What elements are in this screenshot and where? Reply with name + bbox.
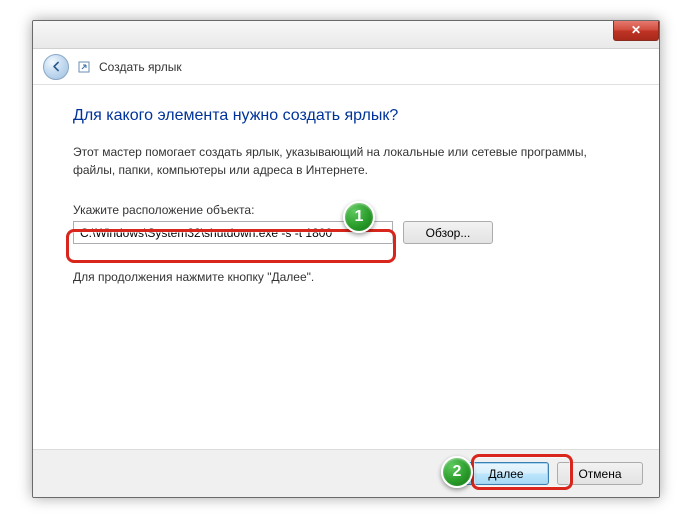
arrow-left-icon (50, 60, 63, 73)
next-button[interactable]: Далее (463, 462, 549, 485)
continue-hint: Для продолжения нажмите кнопку "Далее". (73, 270, 619, 284)
location-label: Укажите расположение объекта: (73, 203, 619, 217)
shortcut-icon (77, 60, 91, 74)
page-heading: Для какого элемента нужно создать ярлык? (73, 107, 619, 125)
header-strip: Создать ярлык (33, 49, 659, 85)
close-button[interactable]: ✕ (613, 21, 659, 41)
location-row: Обзор... (73, 221, 619, 244)
titlebar: ✕ (33, 21, 659, 49)
back-button[interactable] (43, 54, 69, 80)
wizard-window: ✕ Создать ярлык Для какого элемента нужн… (32, 20, 660, 498)
content-area: Для какого элемента нужно создать ярлык?… (33, 85, 659, 284)
footer: Далее Отмена (33, 449, 659, 497)
page-description: Этот мастер помогает создать ярлык, указ… (73, 143, 619, 179)
browse-button[interactable]: Обзор... (403, 221, 493, 244)
location-input[interactable] (73, 221, 393, 244)
cancel-button[interactable]: Отмена (557, 462, 643, 485)
header-title: Создать ярлык (99, 60, 182, 74)
